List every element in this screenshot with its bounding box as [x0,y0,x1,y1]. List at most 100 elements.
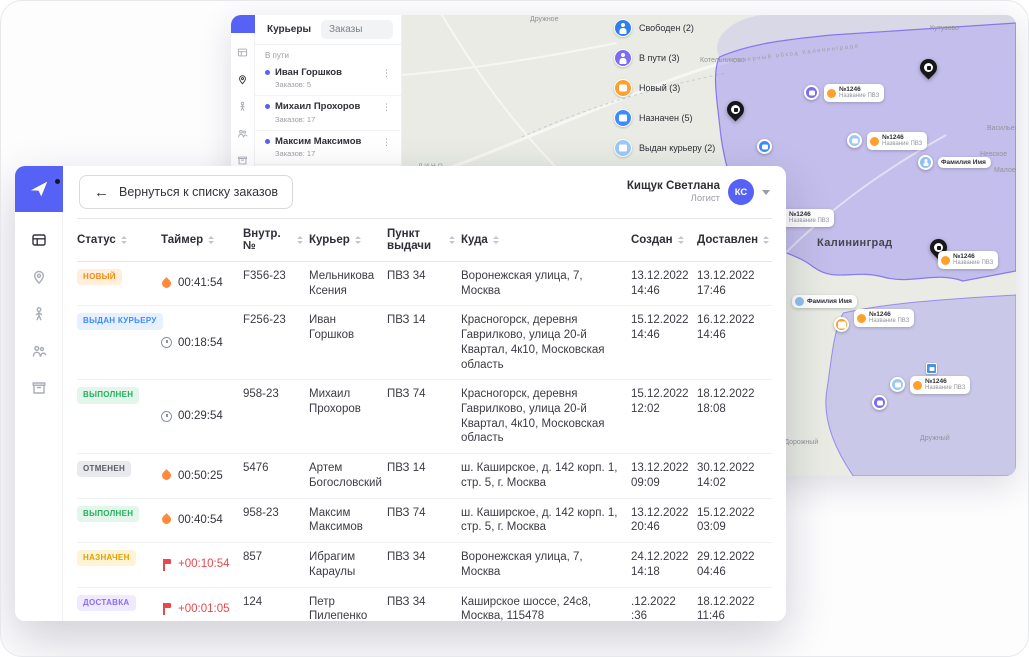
timer-icon [161,514,173,526]
created-date: .12.2022 :36 [631,588,697,622]
tab-orders[interactable]: Заказы [321,20,393,39]
map-area-label: Дружный [920,435,950,442]
timer-value: 00:50:25 [178,469,223,484]
column-header-internal[interactable]: Внутр.№ [243,219,309,261]
destination-address: ш. Каширское, д. 142 корп. 1, стр. 5, г.… [461,499,631,542]
sidebar-users-icon[interactable] [31,343,47,359]
pvz-chip-icon [870,137,879,146]
order-row[interactable]: НАЗНАЧЕН +00:10:54 857 Ибрагим Караулы П… [77,543,772,587]
back-to-orders-button[interactable]: ← Вернуться к списку заказов [79,175,293,209]
pvz-chip[interactable]: №1246Название ПВЗ [867,132,927,150]
legend-label: Выдан курьеру (2) [639,143,715,153]
column-label: Внутр.№ [243,228,292,252]
pvz-pin[interactable] [834,317,849,332]
courier-name: Иван Горшков [309,306,387,379]
legend-item-in-transit[interactable]: В пути (3) [614,49,715,67]
internal-number: F356-23 [243,262,309,305]
map-city-label: Калининград [817,237,893,249]
pickup-point: ПВЗ 34 [387,588,461,622]
sidebar-archive-icon[interactable] [237,155,248,166]
order-row[interactable]: НОВЫЙ 00:41:54 F356-23 Мельникова Ксения… [77,262,772,306]
courier-list-item[interactable]: Михаил Прохоров Заказов: 17 ⋮ [255,96,401,130]
column-header-pickup[interactable]: Пункт выдачи [387,219,461,261]
sidebar-archive-icon[interactable] [31,380,47,396]
pickup-point: ПВЗ 14 [387,306,461,379]
pvz-pin[interactable] [847,133,862,148]
sidebar-map-icon[interactable] [31,269,47,285]
courier-pin[interactable] [918,155,933,170]
tab-couriers[interactable]: Курьеры [263,20,315,39]
kebab-menu-icon[interactable]: ⋮ [380,67,393,81]
legend-item-new[interactable]: Новый (3) [614,79,715,97]
app-logo-mini[interactable] [231,15,255,33]
courier-name: Петр Пилепенко [309,588,387,622]
sidebar-couriers-icon[interactable] [237,101,248,112]
column-header-courier[interactable]: Курьер [309,219,387,261]
courier-orders-count: Заказов: 17 [275,115,360,124]
pvz-name: Название ПВЗ [839,93,879,100]
pvz-pin[interactable] [757,139,772,154]
order-row[interactable]: ВЫДАН КУРЬЕРУ 00:18:54 F256-23 Иван Горш… [77,306,772,380]
status-badge: ДОСТАВКА [77,595,136,611]
courier-chip[interactable]: Фамилия Имя [938,157,991,168]
status-dot [265,104,270,109]
order-row[interactable]: ВЫПОЛНЕН 00:40:54 958-23 Максим Максимов… [77,499,772,543]
orders-table: Статус Таймер Внутр.№ Курьер Пункт выдач… [63,218,786,621]
legend-item-assigned[interactable]: Назначен (5) [614,109,715,127]
delivered-date: 18.12.2022 11:46 [697,588,769,622]
status-dot [265,70,270,75]
status-badge: НАЗНАЧЕН [77,550,136,566]
user-name: Кищук Светлана [627,180,720,194]
pvz-chip[interactable]: №1246Название ПВЗ [938,251,998,269]
store-pin-icon [916,55,940,79]
column-header-timer[interactable]: Таймер [161,219,243,261]
avatar: КС [728,179,754,205]
order-row[interactable]: ВЫПОЛНЕН 00:29:54 958-23 Михаил Прохоров… [77,380,772,454]
sidebar-users-icon[interactable] [237,128,248,139]
courier-list-item[interactable]: Иван Горшков Заказов: 5 ⋮ [255,62,401,96]
courier-name: Максим Максимов [275,136,361,147]
store-pin[interactable] [727,101,744,118]
pvz-pin[interactable] [890,377,905,392]
timer-value: 00:18:54 [178,336,223,351]
courier-list-item[interactable]: Максим Максимов Заказов: 17 ⋮ [255,131,401,165]
column-header-created[interactable]: Создан [631,219,697,261]
pvz-pin[interactable] [872,395,887,410]
kebab-menu-icon[interactable]: ⋮ [380,101,393,115]
legend-item-issued[interactable]: Выдан курьеру (2) [614,139,715,157]
internal-number: 124 [243,588,309,622]
internal-number: 5476 [243,454,309,497]
courier-chip[interactable]: Фамилия Имя [792,295,857,308]
sidebar-couriers-icon[interactable] [31,306,47,322]
pvz-number: №1246 [789,211,829,218]
created-date: 13.12.2022 09:09 [631,454,697,497]
column-header-delivered[interactable]: Доставлен [697,219,769,261]
sidebar-map-icon[interactable] [237,74,248,85]
pvz-pin[interactable] [804,85,819,100]
internal-number: 857 [243,543,309,586]
sidebar-orders-table-icon[interactable] [31,232,47,248]
pvz-chip[interactable]: №1246Название ПВЗ [854,309,914,327]
user-role: Логист [627,193,720,204]
legend-new-icon [614,79,632,97]
pvz-pin-icon [757,139,772,154]
order-row[interactable]: ОТМЕНЕН 00:50:25 5476 Артем Богословский… [77,454,772,498]
legend-in-transit-icon [614,49,632,67]
pvz-chip[interactable]: №1246Название ПВЗ [910,376,970,394]
pvz-chip[interactable]: №1246Название ПВЗ [824,84,884,102]
column-header-status[interactable]: Статус [77,219,161,261]
sort-icon [355,236,361,244]
column-header-destination[interactable]: Куда [461,219,631,261]
order-row[interactable]: ДОСТАВКА +00:01:05 124 Петр Пилепенко ПВ… [77,588,772,622]
courier-name: Ибрагим Караулы [309,543,387,586]
kebab-menu-icon[interactable]: ⋮ [380,136,393,150]
pvz-name: Название ПВЗ [925,385,965,392]
sidebar-table-icon[interactable] [237,47,248,58]
store-pin[interactable] [920,59,937,76]
app-logo[interactable] [15,166,63,212]
user-menu[interactable]: Кищук Светлана Логист КС [627,179,770,205]
pvz-pin-icon [834,317,849,332]
internal-number: 958-23 [243,499,309,542]
courier-name: Максим Максимов [309,499,387,542]
legend-item-free[interactable]: Свободен (2) [614,19,715,37]
